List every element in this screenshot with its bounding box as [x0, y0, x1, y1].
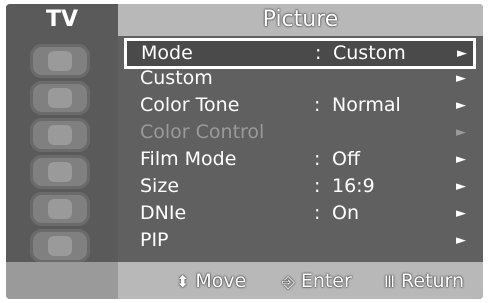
- chevron-right-icon: ►: [456, 179, 466, 194]
- menu-item-label: PIP: [140, 229, 169, 251]
- menu-item-size[interactable]: Size : 16:9 ►: [126, 174, 474, 199]
- menu-item-label: Color Control: [140, 121, 265, 143]
- footer-left-block: [6, 262, 118, 299]
- move-hint: ⬍ Move: [176, 267, 246, 295]
- enter-icon: ⎆: [282, 272, 295, 291]
- category-sidebar: [6, 36, 118, 263]
- chevron-right-icon: ►: [456, 206, 466, 221]
- menu-item-colon: :: [314, 148, 321, 170]
- title-area: Picture: [118, 4, 483, 36]
- menu-item-value: On: [332, 202, 359, 224]
- top-bar: TV Picture: [6, 4, 483, 36]
- picture-mode-icon[interactable]: [30, 44, 90, 78]
- tv-osd-frame: TV Picture Mode : Custom ► Custom ► Colo…: [6, 4, 483, 299]
- menu-item-value: 16:9: [332, 175, 375, 197]
- menu-item-pip[interactable]: PIP ►: [126, 228, 474, 253]
- return-icon: Ⅲ: [384, 272, 396, 291]
- menu-item-colon: :: [314, 94, 321, 116]
- menu-item-label: Size: [140, 175, 180, 197]
- enter-hint: ⎆ Enter: [282, 267, 352, 295]
- chevron-right-icon: ►: [456, 233, 466, 248]
- menu-item-colon: :: [314, 202, 321, 224]
- setup-icon[interactable]: [30, 155, 90, 189]
- channel-icon[interactable]: [30, 118, 90, 152]
- menu-item-color-control: Color Control ►: [126, 120, 474, 145]
- chevron-right-icon: ►: [457, 46, 467, 61]
- app-icon[interactable]: [30, 229, 90, 263]
- menu-item-colon: :: [314, 175, 321, 197]
- return-hint-label: Return: [401, 270, 465, 292]
- updown-arrows-icon: ⬍: [176, 272, 190, 291]
- tv-screen: TV Picture Mode : Custom ► Custom ► Colo…: [0, 0, 489, 303]
- tv-label: TV: [6, 4, 118, 36]
- menu-item-film-mode[interactable]: Film Mode : Off ►: [126, 147, 474, 172]
- sound-icon[interactable]: [30, 81, 90, 115]
- chevron-right-icon: ►: [456, 71, 466, 86]
- menu-item-dnie[interactable]: DNIe : On ►: [126, 201, 474, 226]
- button-guide-bar: ⬍ Move ⎆ Enter Ⅲ Return: [6, 262, 483, 299]
- picture-menu: Mode : Custom ► Custom ► Color Tone : No…: [118, 36, 483, 262]
- menu-item-color-tone[interactable]: Color Tone : Normal ►: [126, 93, 474, 118]
- menu-item-label: Film Mode: [140, 148, 237, 170]
- menu-item-label: Custom: [140, 67, 213, 89]
- menu-item-label: Mode: [141, 42, 193, 64]
- menu-item-colon: :: [315, 42, 322, 64]
- menu-item-value: Normal: [332, 94, 401, 116]
- return-hint: Ⅲ Return: [384, 267, 464, 295]
- menu-item-label: Color Tone: [140, 94, 240, 116]
- menu-item-label: DNIe: [140, 202, 187, 224]
- menu-item-custom[interactable]: Custom ►: [126, 66, 474, 91]
- menu-item-value: Custom: [333, 42, 406, 64]
- chevron-right-icon: ►: [456, 152, 466, 167]
- input-icon[interactable]: [30, 192, 90, 226]
- move-hint-label: Move: [195, 270, 247, 292]
- enter-hint-label: Enter: [300, 270, 352, 292]
- menu-item-mode[interactable]: Mode : Custom ►: [124, 38, 476, 69]
- chevron-right-icon: ►: [456, 98, 466, 113]
- menu-title: Picture: [262, 7, 339, 32]
- chevron-right-icon: ►: [456, 125, 466, 140]
- menu-item-value: Off: [332, 148, 361, 170]
